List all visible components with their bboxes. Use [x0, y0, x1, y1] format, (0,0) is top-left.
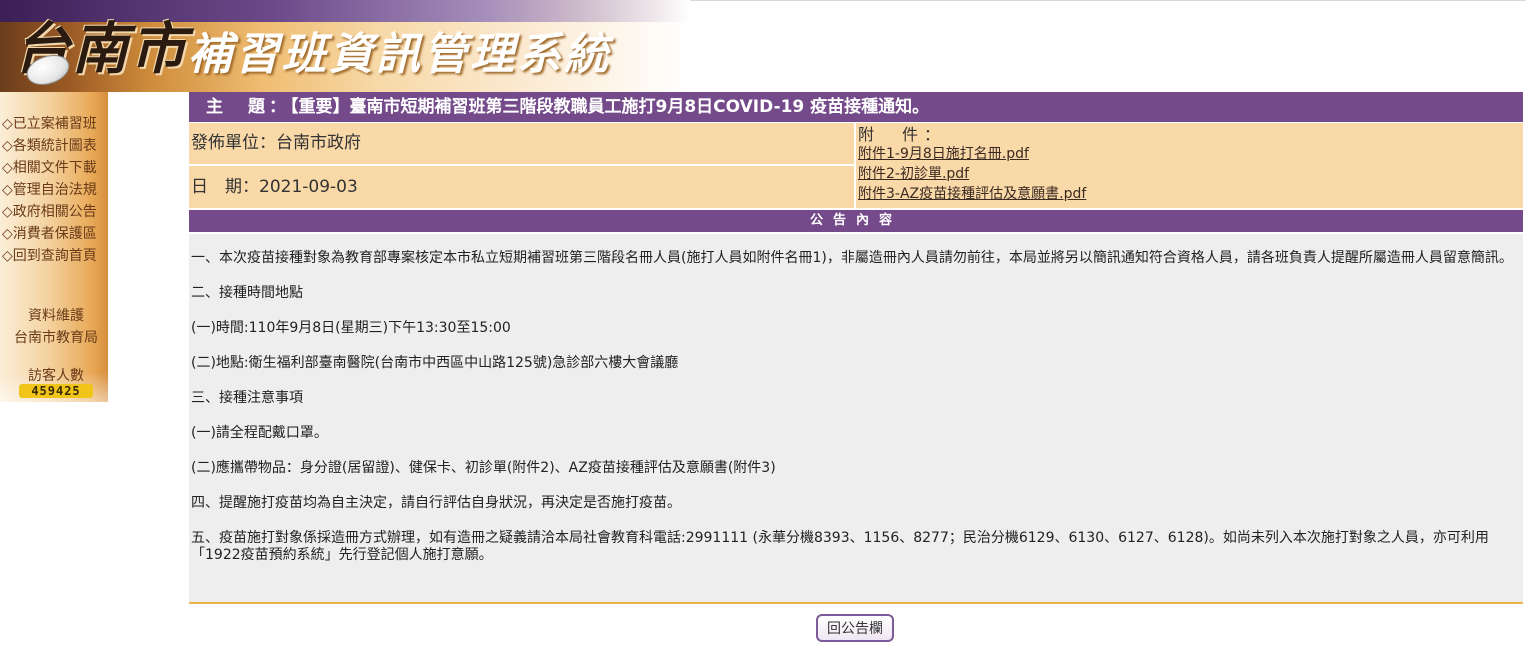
publisher-value: 台南市政府: [276, 133, 361, 153]
system-title: 補習班資訊管理系統: [188, 29, 611, 80]
attachments-label: 附 件：: [858, 125, 947, 144]
maintenance-org: 台南市教育局: [14, 330, 98, 346]
content-paragraph: 五、疫苗施打對象係採造冊方式辦理，如有造冊之疑義請洽本局社會教育科電話:2991…: [191, 530, 1489, 563]
banner-top-line: [690, 0, 1526, 1]
sidebar-item-government-announcements[interactable]: ◇政府相關公告: [2, 201, 97, 221]
announcement-panel: 主 題：【重要】臺南市短期補習班第三階段教職員工施打9月8日COVID-19 疫…: [189, 92, 1523, 604]
content-paragraph: 一、本次疫苗接種對象為教育部專案核定本市私立短期補習班第三階段名冊人員(施打人員…: [191, 250, 1513, 266]
visitor-counter: 459425: [19, 384, 93, 398]
site-banner: 台南市 補習班資訊管理系統: [0, 0, 690, 92]
attachment-link-2[interactable]: 附件2-初診單.pdf: [858, 164, 1523, 184]
content-paragraph: 四、提醒施打疫苗均為自主決定，請自行評估自身狀況，再決定是否施打疫苗。: [191, 495, 681, 511]
content-body: 一、本次疫苗接種對象為教育部專案核定本市私立短期補習班第三階段名冊人員(施打人員…: [189, 234, 1523, 604]
attachment-link-3[interactable]: 附件3-AZ疫苗接種評估及意願書.pdf: [858, 184, 1523, 204]
subject-label: 主 題：: [206, 97, 290, 117]
attachments-cell: 附 件： 附件1-9月8日施打名冊.pdf 附件2-初診單.pdf 附件3-AZ…: [856, 123, 1523, 208]
maintenance-title: 資料維護: [28, 308, 84, 324]
content-paragraph: (二)應攜帶物品：身分證(居留證)、健保卡、初診單(附件2)、AZ疫苗接種評估及…: [191, 460, 776, 476]
content-paragraph: 三、接種注意事項: [191, 390, 303, 406]
publisher-label: 發佈單位：: [191, 133, 276, 153]
attachment-link-1[interactable]: 附件1-9月8日施打名冊.pdf: [858, 144, 1523, 164]
visitor-label: 訪客人數: [28, 368, 84, 384]
date-cell: 日 期：2021-09-03: [189, 166, 854, 208]
content-paragraph: (二)地點:衛生福利部臺南醫院(台南市中西區中山路125號)急診部六樓大會議廳: [191, 355, 679, 371]
sidebar-item-regulations[interactable]: ◇管理自治法規: [2, 179, 97, 199]
sidebar-item-consumer-protection[interactable]: ◇消費者保護區: [2, 223, 97, 243]
subject-bar: 主 題：【重要】臺南市短期補習班第三階段教職員工施打9月8日COVID-19 疫…: [189, 92, 1523, 122]
sidebar-item-query-home[interactable]: ◇回到查詢首頁: [2, 245, 97, 265]
sidebar-item-document-downloads[interactable]: ◇相關文件下載: [2, 157, 97, 177]
content-paragraph: 二、接種時間地點: [191, 285, 303, 301]
content-paragraph: (一)時間:110年9月8日(星期三)下午13:30至15:00: [191, 320, 511, 336]
content-paragraph: (一)請全程配戴口罩。: [191, 425, 328, 441]
subject-text: 【重要】臺南市短期補習班第三階段教職員工施打9月8日COVID-19 疫苗接種通…: [290, 97, 930, 117]
back-to-bulletin-button[interactable]: 回公告欄: [816, 614, 894, 642]
content-header: 公告內容: [189, 210, 1523, 232]
info-grid: 發佈單位：台南市政府 日 期：2021-09-03 附 件： 附件1-9月8日施…: [189, 122, 1523, 208]
date-label: 日 期：: [191, 177, 259, 197]
sidebar-item-registered-cram-schools[interactable]: ◇已立案補習班: [2, 113, 97, 133]
date-value: 2021-09-03: [259, 177, 358, 197]
publisher-cell: 發佈單位：台南市政府: [189, 123, 854, 164]
sidebar-item-statistics-charts[interactable]: ◇各類統計圖表: [2, 135, 97, 155]
